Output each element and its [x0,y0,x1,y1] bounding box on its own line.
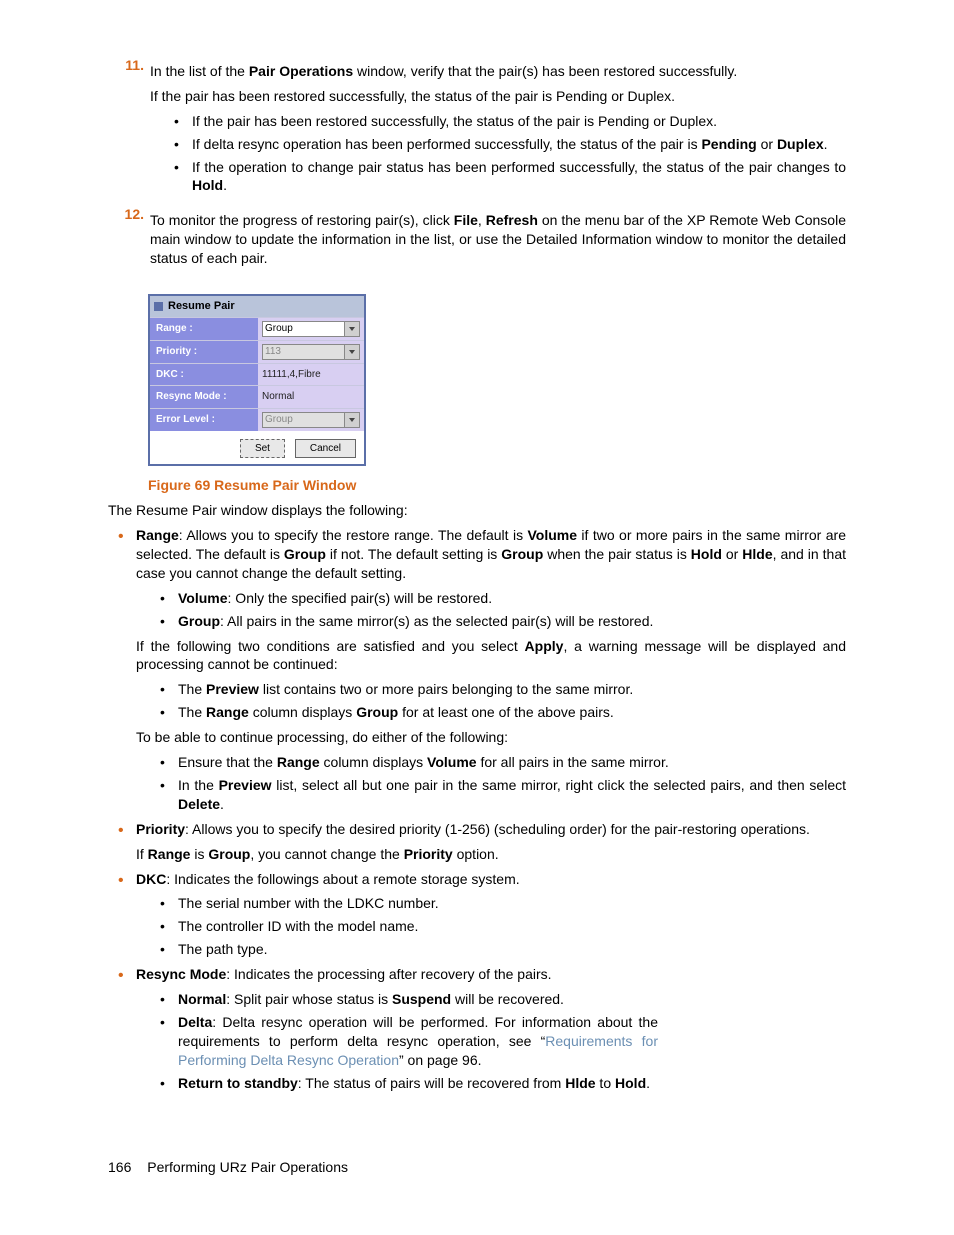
row-priority: Priority : 113 [150,340,364,363]
resync-value: Normal [258,385,364,408]
feature-list: Range: Allows you to specify the restore… [118,526,846,1092]
chapter-title: Performing URz Pair Operations [147,1159,348,1175]
list-item: If delta resync operation has been perfo… [174,135,846,154]
step-number: 12. [108,205,144,274]
priority-dropdown: 113 [262,344,360,360]
row-range: Range : Group [150,317,364,340]
list-item: If the pair has been restored successful… [174,112,846,131]
list-item: Ensure that the Range column displays Vo… [160,753,846,772]
step-11: 11. In the list of the Pair Operations w… [108,56,846,201]
row-error: Error Level : Group [150,408,364,431]
window-titlebar: Resume Pair [150,296,364,317]
list-item: The path type. [160,940,846,959]
intro-text: The Resume Pair window displays the foll… [108,501,846,520]
item-dkc: DKC: Indicates the followings about a re… [118,870,846,960]
page-footer: 166 Performing URz Pair Operations [108,1158,846,1177]
page-number: 166 [108,1158,131,1177]
step-12: 12. To monitor the progress of restoring… [108,205,846,274]
chevron-down-icon[interactable] [344,322,359,336]
chevron-down-icon [344,413,359,427]
row-dkc: DKC : 11111,4,Fibre [150,363,364,386]
button-row: Set Cancel [150,431,364,465]
list-item: The serial number with the LDKC number. [160,894,846,913]
item-resync: Resync Mode: Indicates the processing af… [118,965,846,1092]
list-item: Volume: Only the specified pair(s) will … [160,589,846,608]
list-item: If the operation to change pair status h… [174,158,846,196]
resume-pair-window: Resume Pair Range : Group Priority : 113… [148,294,366,466]
list-item: The Preview list contains two or more pa… [160,680,846,699]
list-item: Group: All pairs in the same mirror(s) a… [160,612,846,631]
text: If the following two conditions are sati… [136,637,846,675]
list-item: Return to standby: The status of pairs w… [160,1074,846,1093]
list-item: Normal: Split pair whose status is Suspe… [160,990,846,1009]
window-title: Resume Pair [168,299,235,314]
text: If Range is Group, you cannot change the… [136,845,846,864]
item-priority: Priority: Allows you to specify the desi… [118,820,846,864]
figure-caption: Figure 69 Resume Pair Window [148,476,846,495]
cancel-button[interactable]: Cancel [295,439,356,459]
bullet-list: If the pair has been restored successful… [174,112,846,196]
row-resync: Resync Mode : Normal [150,385,364,408]
step-body: To monitor the progress of restoring pai… [150,211,846,268]
set-button[interactable]: Set [240,439,285,459]
chevron-down-icon [344,345,359,359]
range-dropdown[interactable]: Group [262,321,360,337]
text: If the pair has been restored successful… [150,87,846,106]
list-item: Delta: Delta resync operation will be pe… [160,1013,658,1070]
item-range: Range: Allows you to specify the restore… [118,526,846,814]
window-icon [154,302,163,311]
list-item: The Range column displays Group for at l… [160,703,846,722]
list-item: The controller ID with the model name. [160,917,846,936]
dkc-value: 11111,4,Fibre [258,363,364,386]
step-number: 11. [108,56,144,201]
text: In the list of the Pair Operations windo… [150,62,846,81]
text: To be able to continue processing, do ei… [136,728,846,747]
step-body: In the list of the Pair Operations windo… [150,56,846,201]
error-level-dropdown: Group [262,412,360,428]
list-item: In the Preview list, select all but one … [160,776,846,814]
